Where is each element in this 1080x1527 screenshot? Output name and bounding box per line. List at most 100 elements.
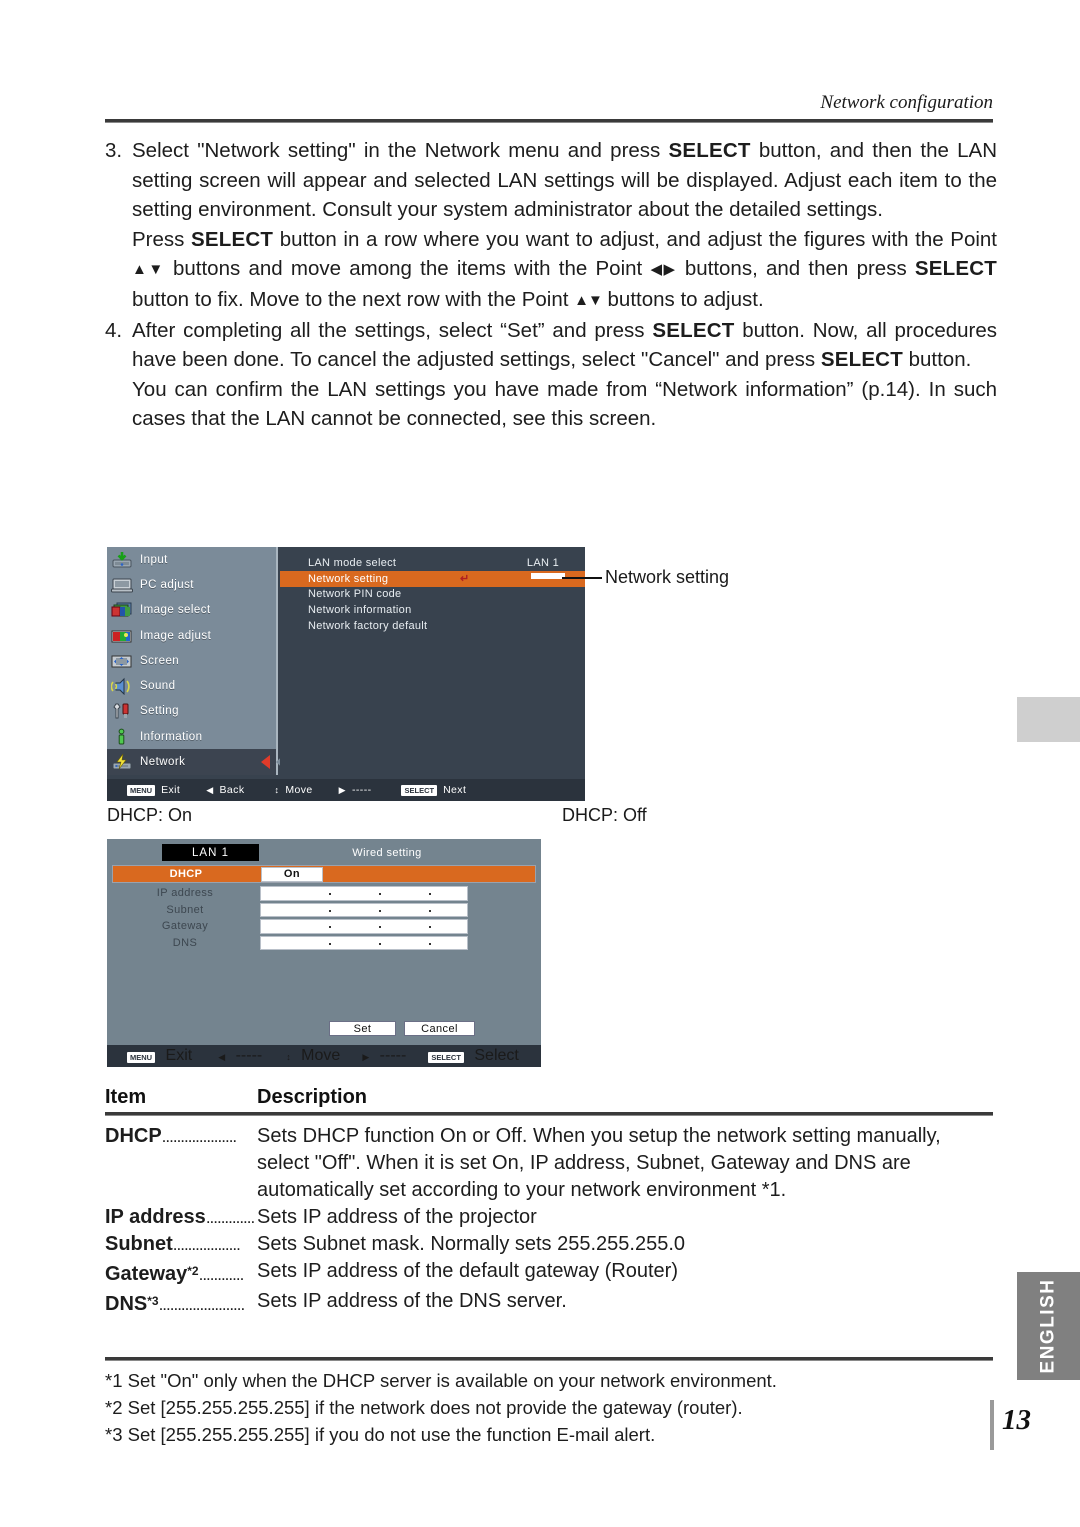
dhcp-value-field[interactable]: On xyxy=(261,867,323,882)
text-run: Press xyxy=(132,227,192,251)
osd-hint-exit: MENU Exit xyxy=(127,1047,192,1065)
monitor-icon xyxy=(111,576,133,594)
footnote-divider xyxy=(105,1357,993,1361)
ip-separator-dot xyxy=(329,893,331,895)
ip-separator-dot xyxy=(379,926,381,929)
osd-sidebar: Input PC adjust Image select Image adjust Sc… xyxy=(107,547,278,775)
tools-icon xyxy=(111,702,133,720)
table-header-row: Item Description xyxy=(105,1086,993,1112)
callout-label: Network setting xyxy=(605,567,730,587)
cancel-button[interactable]: Cancel xyxy=(404,1021,475,1036)
table-item-name: Subnet xyxy=(105,1233,173,1255)
select-keyword: SELECT xyxy=(652,318,735,342)
osd-hint-next: SELECT Next xyxy=(401,784,466,796)
menu-item-network-factory-default[interactable]: Network factory default xyxy=(280,618,585,634)
sidebar-item-label: Image adjust xyxy=(140,629,212,642)
menu-item-label: Network factory default xyxy=(308,620,428,633)
sidebar-item-label: PC adjust xyxy=(140,578,194,591)
wired-row-dhcp[interactable]: DHCP On xyxy=(112,865,536,883)
text-run: button. xyxy=(902,348,972,372)
header-divider xyxy=(105,119,993,123)
menu-item-network-pin-code[interactable]: Network PIN code xyxy=(280,587,585,603)
sidebar-item-setting[interactable]: Setting xyxy=(107,699,276,724)
wired-setting-title: Wired setting xyxy=(352,846,422,859)
sidebar-item-image-select[interactable]: Image select xyxy=(107,598,276,623)
ip-separator-dot xyxy=(429,909,431,912)
lan-mode-chip: LAN 1 xyxy=(162,844,259,861)
osd-hint-label: Exit xyxy=(161,784,181,796)
wired-row-dns[interactable]: DNS xyxy=(112,935,536,952)
instruction-paragraph: 3. Select "Network setting" in the Networ… xyxy=(105,136,997,225)
sidebar-item-image-adjust[interactable]: Image adjust xyxy=(107,623,276,648)
menu-item-lan-mode-select[interactable]: LAN mode select LAN 1 xyxy=(280,555,585,571)
table-cell-item: Subnet.................. xyxy=(105,1231,257,1258)
arrow-key-icon: ◀ xyxy=(206,784,214,795)
set-button[interactable]: Set xyxy=(329,1021,396,1036)
screen-icon xyxy=(111,652,133,670)
osd-hint-label: ----- xyxy=(352,784,372,796)
table-row: IP address............. Sets IP address o… xyxy=(105,1204,993,1231)
wired-row-subnet[interactable]: Subnet xyxy=(112,902,536,919)
caption-dhcp-on: DHCP: On xyxy=(107,805,193,825)
ip-separator-dot xyxy=(429,926,431,929)
osd-hint-move: ↕ Move xyxy=(274,784,312,796)
speaker-icon xyxy=(110,677,133,696)
caption-dhcp-off: DHCP: Off xyxy=(562,805,647,825)
table-cell-item: Gateway*2............ xyxy=(105,1258,257,1288)
sidebar-item-sound[interactable]: Sound xyxy=(107,673,276,698)
menu-item-label: Network PIN code xyxy=(308,588,402,601)
sidebar-item-information[interactable]: Information xyxy=(107,724,276,749)
osd-wired-footer-bar: MENU Exit ◀ ----- ↕ Move ▶ ----- SELECT Sele… xyxy=(107,1045,541,1067)
instruction-steps: 3. Select "Network setting" in the Networ… xyxy=(105,136,997,434)
osd-footer-bar: MENU Exit ◀ Back ↕ Move ▶ ----- SELECT Next xyxy=(107,779,585,801)
text-run: After completing all the settings, selec… xyxy=(132,318,653,342)
sidebar-item-label: Screen xyxy=(140,654,180,667)
ip-octet-field[interactable] xyxy=(260,919,468,934)
sidebar-item-network[interactable]: Network xyxy=(107,749,276,775)
osd-menu-list: LAN mode select LAN 1 Network setting ↵ Netw… xyxy=(280,547,585,775)
language-tab-label: ENGLISH xyxy=(1037,1278,1059,1374)
sidebar-item-input[interactable]: Input xyxy=(107,547,276,572)
text-run: buttons to adjust. xyxy=(601,287,764,311)
table-cell-description: Sets IP address of the default gateway (… xyxy=(257,1260,678,1282)
wired-row-ip-address[interactable]: IP address xyxy=(112,885,536,902)
text-run: Select "Network setting" in the Network … xyxy=(132,139,669,162)
osd-hint--: ▶ ----- xyxy=(339,784,372,796)
callout-stub xyxy=(531,573,565,579)
menu-item-network-information[interactable]: Network information xyxy=(280,602,585,618)
sidebar-item-pc-adjust[interactable]: PC adjust xyxy=(107,572,276,597)
callout-line xyxy=(562,577,602,579)
wired-row-gateway[interactable]: Gateway xyxy=(112,918,536,935)
step-text: After completing all the settings, selec… xyxy=(132,316,997,375)
table-item-footnote-ref: *2 xyxy=(187,1264,199,1278)
ip-separator-dot xyxy=(329,942,331,945)
leader-dots: .................... xyxy=(161,1127,237,1146)
sidebar-item-screen[interactable]: Screen xyxy=(107,648,276,673)
footnote-line: *3 Set [255.255.255.255] if you do not u… xyxy=(105,1424,656,1445)
table-cell-item: DNS*3....................... xyxy=(105,1288,257,1318)
ip-separator-dot xyxy=(329,909,331,912)
osd-hint-move: ↕ Move xyxy=(286,1047,340,1065)
section-tab-marker xyxy=(1017,697,1080,742)
instruction-paragraph: You can confirm the LAN settings you hav… xyxy=(105,375,997,434)
text-run: buttons and move among the items with th… xyxy=(164,257,651,281)
menu-key-icon: MENU xyxy=(127,1052,156,1063)
ip-separator-dot xyxy=(429,893,431,895)
ip-octet-field[interactable] xyxy=(260,935,468,951)
ip-octet-field[interactable] xyxy=(260,886,468,901)
text-run: You can confirm the LAN settings you hav… xyxy=(132,377,997,431)
table-cell-description: Sets IP address of the DNS server. xyxy=(257,1290,567,1312)
osd-hint--: ◀ ----- xyxy=(218,1047,262,1065)
osd-hint-select: SELECT Select xyxy=(428,1047,519,1065)
ip-separator-dot xyxy=(379,909,381,912)
step-number: 4. xyxy=(105,318,123,342)
ip-octet-field[interactable] xyxy=(260,902,468,918)
menu-key-icon: MENU xyxy=(127,784,156,796)
arrow-key-icon: ↕ xyxy=(286,1052,291,1062)
image-adjust-icon xyxy=(111,627,133,645)
table-cell-item: DHCP.................... xyxy=(105,1123,257,1204)
table-row: DNS*3....................... Sets IP addr… xyxy=(105,1288,993,1318)
item-description-table: Item Description DHCP...................… xyxy=(105,1086,993,1318)
wired-row-label: DNS xyxy=(172,937,198,950)
sidebar-item-label: Input xyxy=(140,553,168,566)
